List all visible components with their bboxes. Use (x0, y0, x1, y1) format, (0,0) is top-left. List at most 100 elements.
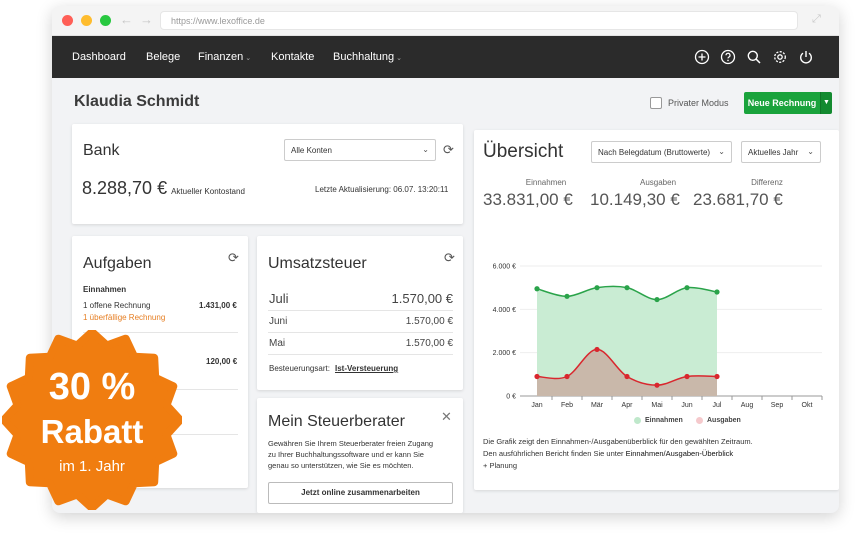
vat-month: Juni (269, 316, 288, 327)
private-mode-checkbox[interactable] (650, 97, 662, 109)
nav-kontakte[interactable]: Kontakte (271, 51, 314, 63)
expense-point (654, 382, 660, 388)
chart-description: Die Grafik zeigt den Einnahmen-/Ausgaben… (483, 437, 753, 446)
x-tick-label: Mär (591, 402, 604, 409)
advisor-text: genau so unterstützen, wie Sie es möchte… (268, 461, 414, 470)
collaborate-button[interactable]: Jetzt online zusammenarbeiten (268, 482, 453, 504)
url-bar[interactable]: https://www.lexoffice.de (160, 11, 798, 30)
balance-amount: 8.288,70 € (82, 178, 168, 198)
nav-buchhaltung-label: Buchhaltung (333, 51, 395, 63)
expense-point (594, 346, 600, 353)
tasks-title: Aufgaben (83, 255, 152, 272)
x-tick-label: Apr (622, 402, 634, 409)
overview-card: Übersicht Nach Belegdatum (Bruttowerte) … (474, 130, 839, 490)
gear-icon[interactable] (772, 49, 788, 65)
divider (268, 354, 453, 355)
expense-point (624, 373, 630, 380)
account-select-value: Alle Konten (291, 146, 332, 155)
x-tick-label: Jun (681, 402, 692, 409)
legend-income-dot (634, 417, 641, 424)
x-tick-label: Okt (802, 402, 813, 409)
main-navbar: Dashboard Belege Finanzen ⌄ Kontakte Buch… (52, 36, 839, 78)
vat-card: Umsatzsteuer ⟳ Juli 1.570,00 € Juni 1.57… (257, 236, 463, 390)
income-point (594, 285, 600, 291)
forward-arrow-icon[interactable]: → (140, 12, 153, 27)
income-point (714, 289, 720, 295)
new-invoice-button[interactable]: Neue Rechnung (744, 92, 820, 114)
back-arrow-icon[interactable]: ← (120, 12, 133, 27)
discount-badge: 30 % Rabatt im 1. Jahr (2, 330, 182, 510)
vat-amount: 1.570,00 € (405, 316, 453, 327)
income-point (624, 285, 630, 291)
income-expense-chart: 0 € 2.000 € 4.000 € 6.000 € Jan Feb Mär Apr Mai… (493, 264, 823, 409)
maximize-window-button[interactable] (100, 15, 111, 26)
x-tick-label: Feb (561, 402, 573, 409)
legend-expenses-dot (696, 417, 703, 424)
vat-month: Juli (269, 291, 289, 306)
report-link[interactable]: Einnahmen/Ausgaben-Überblick (626, 449, 734, 458)
legend-income[interactable]: Einnahmen (645, 417, 683, 424)
second-amount: 120,00 € (206, 357, 238, 366)
y-tick-label: 6.000 € (493, 264, 516, 271)
badge-subtitle: im 1. Jahr (59, 458, 125, 475)
vat-title: Umsatzsteuer (268, 255, 367, 272)
expense-point (714, 373, 720, 380)
minimize-window-button[interactable] (81, 15, 92, 26)
new-invoice-dropdown-button[interactable]: ▼ (820, 92, 832, 114)
x-tick-label: Sep (771, 402, 784, 409)
y-tick-label: 2.000 € (493, 350, 516, 357)
close-window-button[interactable] (62, 15, 73, 26)
account-select[interactable]: Alle Konten ⌄ (284, 139, 436, 161)
badge-percent: 30 % (48, 366, 136, 408)
bank-balance: 8.288,70 € Aktueller Kontostand (82, 178, 245, 199)
income-point (534, 286, 540, 292)
nav-dashboard[interactable]: Dashboard (72, 51, 126, 63)
income-point (684, 285, 690, 291)
chevron-down-icon: ⌄ (396, 55, 403, 62)
y-tick-label: 0 € (506, 394, 516, 401)
advisor-text: Gewähren Sie Ihrem Steuerberater freien … (268, 439, 434, 448)
browser-chrome: ← → https://www.lexoffice.de ⤢ (52, 6, 839, 36)
taxation-value-link[interactable]: Ist-Versteuerung (335, 364, 398, 373)
chart-description: + Planung (483, 461, 517, 470)
divider (268, 332, 453, 333)
plus-circle-icon[interactable] (694, 49, 710, 65)
chevron-down-icon: ⌄ (422, 145, 429, 154)
tasks-section-income: Einnahmen (83, 285, 127, 294)
bank-title: Bank (83, 142, 120, 159)
overdue-invoices-link[interactable]: 1 überfällige Rechnung (83, 313, 165, 322)
y-tick-label: 4.000 € (493, 307, 516, 314)
expense-point (534, 373, 540, 380)
page-title: Klaudia Schmidt (74, 93, 200, 110)
x-tick-label: Aug (741, 402, 754, 409)
search-icon[interactable] (746, 49, 762, 65)
advisor-text: zu Ihrer Buchhaltungssoftware und er kan… (268, 450, 424, 459)
open-invoices-link[interactable]: 1 offene Rechnung (83, 301, 150, 310)
legend-expenses[interactable]: Ausgaben (707, 417, 741, 424)
nav-finanzen[interactable]: Finanzen ⌄ (198, 51, 251, 63)
expand-icon[interactable]: ⤢ (812, 13, 821, 26)
expense-point (564, 373, 570, 380)
income-point (564, 293, 570, 299)
refresh-icon[interactable]: ⟳ (444, 250, 455, 266)
chart-description: Den ausführlichen Bericht finden Sie unt… (483, 448, 733, 460)
x-tick-label: Jan (531, 402, 542, 409)
close-icon[interactable]: ✕ (441, 409, 452, 425)
chevron-down-icon: ⌄ (245, 55, 252, 62)
balance-label: Aktueller Kontostand (171, 187, 245, 196)
description-prefix: Den ausführlichen Bericht finden Sie unt… (483, 449, 626, 458)
bank-card: Bank Alle Konten ⌄ ⟳ (72, 124, 463, 224)
vat-amount: 1.570,00 € (405, 338, 453, 349)
refresh-icon[interactable]: ⟳ (443, 142, 454, 158)
power-icon[interactable] (798, 49, 814, 65)
help-icon[interactable] (720, 49, 736, 65)
x-tick-label: Jul (713, 402, 722, 409)
vat-amount: 1.570,00 € (391, 291, 453, 306)
nav-belege[interactable]: Belege (146, 51, 180, 63)
open-invoices-amount: 1.431,00 € (199, 301, 237, 310)
income-point (654, 296, 660, 303)
refresh-icon[interactable]: ⟳ (228, 250, 239, 266)
expense-point (684, 373, 690, 380)
advisor-title: Mein Steuerberater (268, 413, 405, 430)
nav-buchhaltung[interactable]: Buchhaltung ⌄ (333, 51, 402, 63)
